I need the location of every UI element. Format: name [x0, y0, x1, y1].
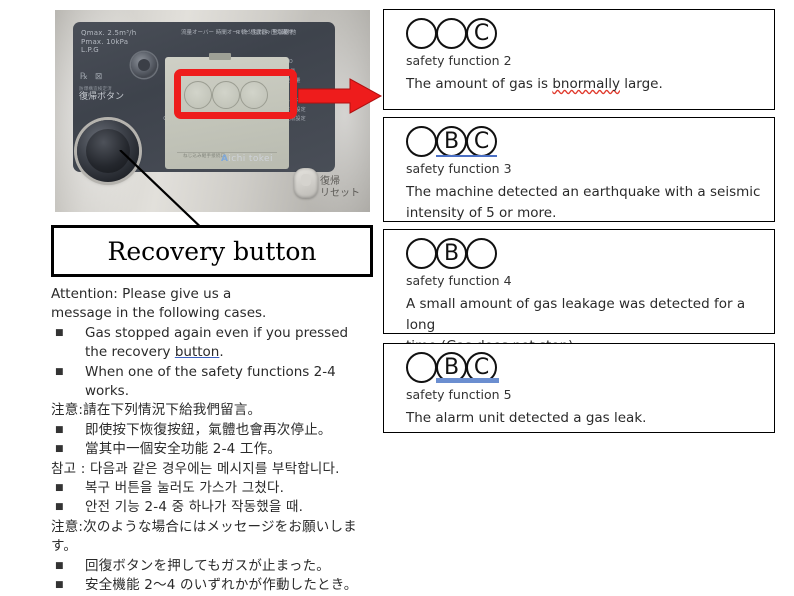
safety-function-label: safety function 5: [406, 387, 512, 402]
indicator-circle-b: B: [436, 126, 467, 157]
ja-heading: 注意:次のような場合にはメッセージをお願いします。: [51, 518, 357, 555]
bullet-square-icon: ■: [55, 444, 64, 455]
lcd-tab: [209, 53, 231, 60]
brand-logo: Aichi tokei: [221, 154, 273, 164]
ko-bullet-2: 안전 기능 2-4 중 하나가 작동했을 때.: [85, 499, 304, 516]
recovery-button-link[interactable]: button: [175, 344, 220, 360]
en-bullet-2-line-2: works.: [85, 383, 129, 400]
en-bullet-1-line-2-pre: the recovery: [85, 344, 175, 361]
safety-function-box-3: B C safety function 3 The machine detect…: [383, 117, 775, 222]
list-item: ■ 當其中一個安全功能 2-4 工作。: [51, 440, 381, 459]
list-item-continuation: works.: [51, 382, 381, 401]
safety-function-description: The amount of gas is bnormally large.: [406, 74, 761, 95]
indicator-circle-a: [406, 238, 437, 269]
meter-spec-text: Qmax. 2.5m³/h Pmax. 10kPa L.P.G: [81, 29, 137, 54]
bullet-square-icon: ■: [55, 424, 64, 435]
zh-heading: 注意:請在下列情況下給我們留言。: [51, 402, 262, 419]
list-item-continuation: the recovery button.: [51, 343, 381, 362]
safety-function-description: The alarm unit detected a gas leak.: [406, 410, 647, 426]
ko-heading: 참고 : 다음과 같은 경우에는 메시지를 부탁합니다.: [51, 460, 340, 477]
list-item: ■ When one of the safety functions 2-4: [51, 363, 381, 382]
indicator-circle-row: B C: [406, 352, 511, 385]
safety-function-description: The machine detected an earthquake with …: [406, 182, 761, 224]
list-item: ■ 即使按下恢復按鈕，氣體也會再次停止。: [51, 421, 381, 440]
indicator-circle-c: C: [466, 18, 497, 49]
led-legend-column-2: R 微少もれ R 圧力異常: [236, 30, 293, 36]
brand-name: ichi tokei: [228, 154, 273, 164]
desc-line-2: intensity of 5 or more.: [406, 205, 557, 221]
indicator-circle-c: C: [466, 126, 497, 157]
list-item: ■ Gas stopped again even if you pressed: [51, 324, 381, 343]
indicator-circle-a: [406, 352, 437, 383]
circle-underline-blue-thick: [436, 378, 499, 383]
en-bullet-2-line-1: When one of the safety functions 2-4: [85, 363, 336, 380]
red-arrow-icon: [298, 78, 382, 114]
reset-label-jp: 復帰 リセット: [320, 176, 360, 199]
list-item: ■ 安全機能 2〜4 のいずれかが作動したとき。: [51, 576, 381, 595]
indicator-circle-row: C: [406, 18, 511, 51]
bullet-square-icon: ■: [55, 483, 64, 494]
bullet-square-icon: ■: [55, 580, 64, 591]
safety-function-box-5: B C safety function 5 The alarm unit det…: [383, 343, 775, 433]
zh-bullet-2: 當其中一個安全功能 2-4 工作。: [85, 441, 282, 458]
red-highlight-rectangle: [174, 69, 297, 119]
desc-spelling-error: bnormally: [552, 76, 620, 92]
indicator-circle-a: [406, 126, 437, 157]
recovery-button-caption: Recovery button: [51, 225, 373, 277]
desc-pre: The amount of gas is: [406, 76, 553, 92]
bullet-spacer: [51, 343, 85, 362]
en-bullet-1-line-2-post: .: [219, 344, 224, 361]
circle-underline-blue: [436, 155, 497, 157]
meter-certification-marks: ℞ ⊠: [80, 72, 105, 82]
en-bullet-1-line-1: Gas stopped again even if you pressed: [85, 324, 349, 341]
safety-function-box-2: C safety function 2 The amount of gas is…: [383, 9, 775, 110]
recovery-button-caption-label: Recovery button: [107, 236, 317, 266]
zh-bullet-1: 即使按下恢復按鈕，氣體也會再次停止。: [85, 421, 332, 438]
bullet-square-icon: ■: [55, 560, 64, 571]
bullet-square-icon: ■: [55, 502, 64, 513]
indicator-circle-b: B: [436, 238, 467, 269]
indicator-circle-b: [436, 18, 467, 49]
indicator-circle-a: [406, 18, 437, 49]
safety-function-label: safety function 4: [406, 273, 512, 288]
bullet-spacer: [51, 382, 85, 401]
list-item: ■ 안전 기능 2-4 중 하나가 작동했을 때.: [51, 498, 381, 517]
attention-text-block: Attention: Please give us a message in t…: [51, 285, 381, 596]
list-item: ■ 복구 버튼을 눌러도 가스가 그쳤다.: [51, 479, 381, 498]
safety-function-label: safety function 2: [406, 53, 512, 68]
safety-function-box-4: B safety function 4 A small amount of ga…: [383, 229, 775, 354]
safety-function-label: safety function 3: [406, 161, 512, 176]
attention-line-1: Attention: Please give us a: [51, 286, 232, 302]
desc-line-1: The machine detected an earthquake with …: [406, 184, 761, 200]
ja-bullet-1: 回復ボタンを押してもガスが止まった。: [85, 557, 330, 574]
indicator-circle-row: B: [406, 238, 511, 271]
recovery-button-label-jp: 復帰ボタン: [79, 92, 125, 102]
desc-line-1: A small amount of gas leakage was detect…: [406, 296, 746, 333]
indicator-circle-c: [466, 238, 497, 269]
ja-bullet-2: 安全機能 2〜4 のいずれかが作動したとき。: [85, 577, 358, 594]
meter-dial: [131, 52, 157, 78]
bullet-square-icon: ■: [55, 327, 64, 338]
desc-post: large.: [619, 76, 663, 92]
reset-knob[interactable]: [294, 168, 318, 198]
indicator-circle-row: B C: [406, 126, 511, 159]
bullet-square-icon: ■: [55, 366, 64, 377]
attention-line-2: message in the following cases.: [51, 305, 267, 322]
en-bullet-1-line-2: the recovery button.: [85, 343, 381, 362]
list-item: ■ 回復ボタンを押してもガスが止まった。: [51, 557, 381, 576]
ko-bullet-1: 복구 버튼을 눌러도 가스가 그쳤다.: [85, 480, 285, 497]
